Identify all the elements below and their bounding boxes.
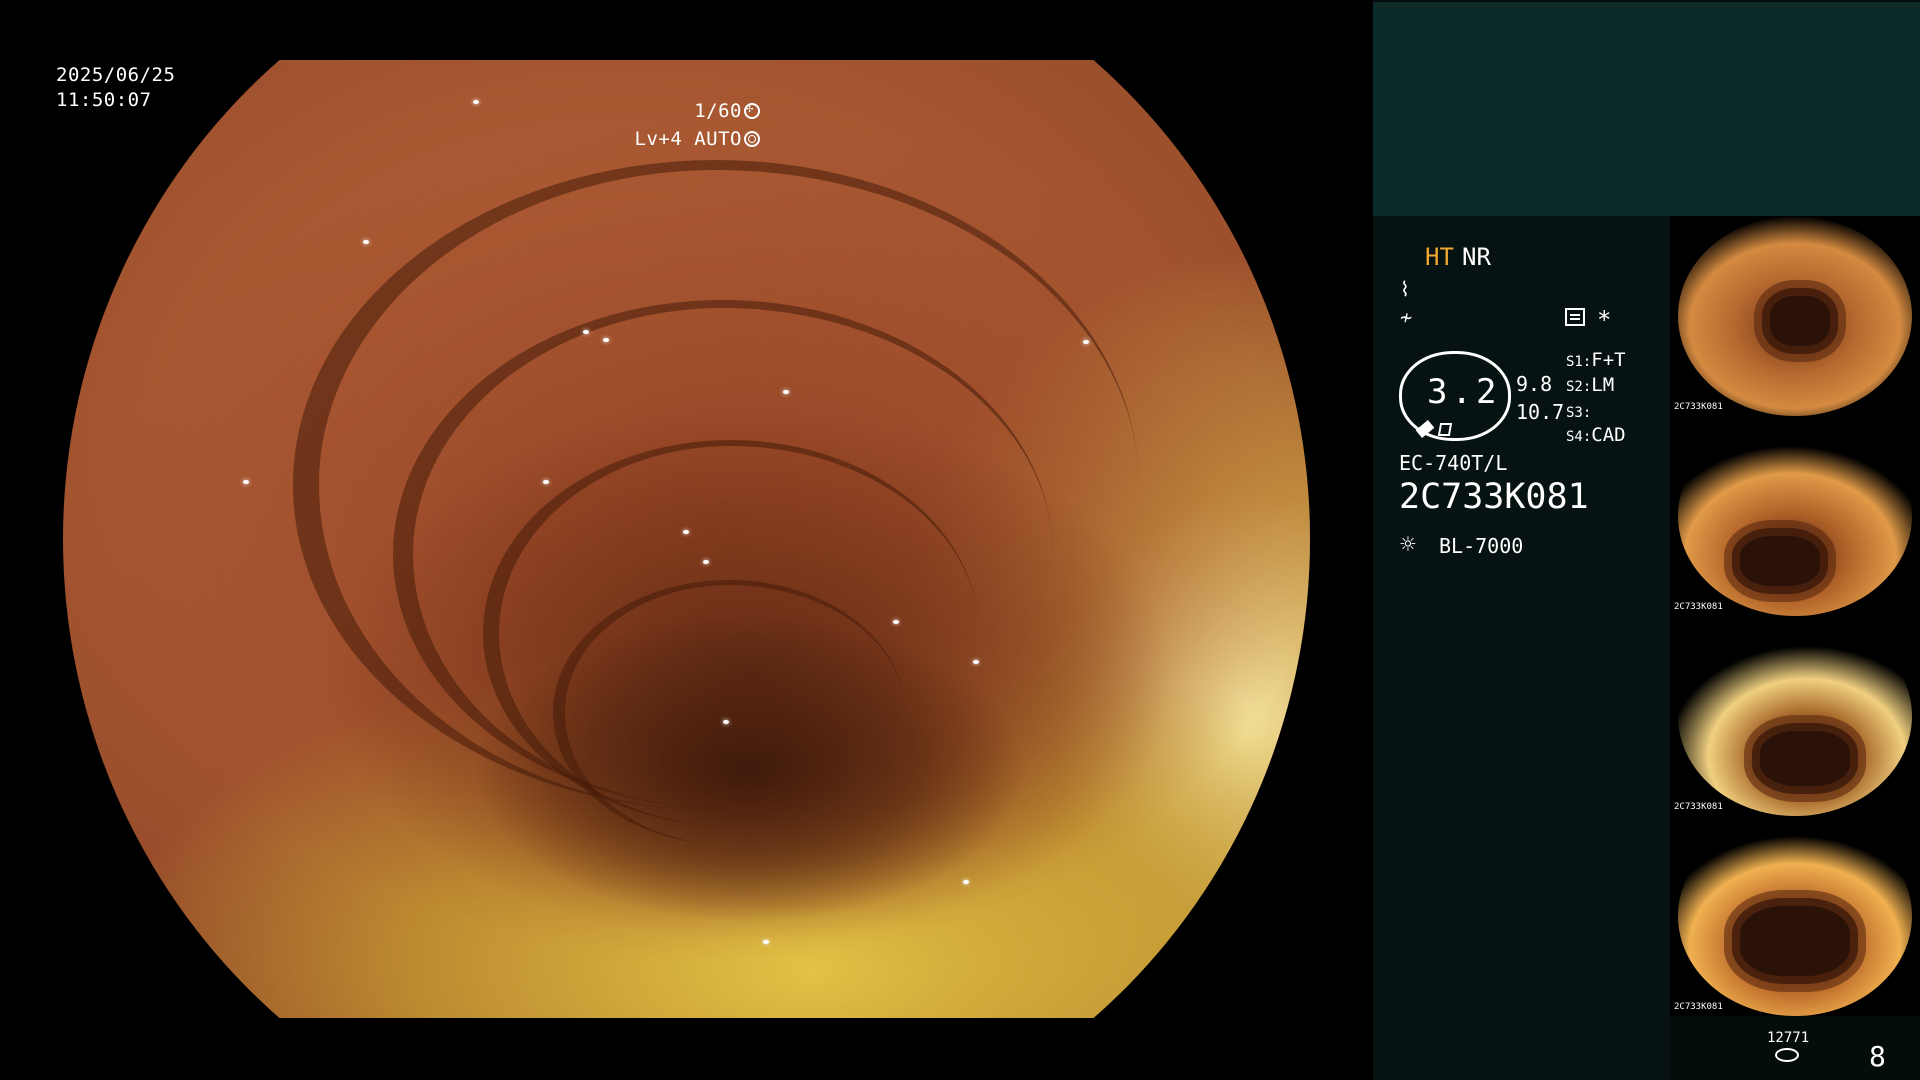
setting-value: CAD bbox=[1591, 424, 1626, 446]
thumbnail-image bbox=[1678, 616, 1912, 816]
reflection bbox=[603, 338, 609, 342]
info-panel: HT NR ⌇ ≁ * 3.2 9.8 10.7 S1:F+T S2:LM S3… bbox=[1373, 0, 1920, 1080]
shutter-speed-value: 1/60 bbox=[694, 100, 742, 122]
capture-thumbnail[interactable]: 2C733K081 bbox=[1670, 816, 1920, 1016]
reflection bbox=[973, 660, 979, 664]
setting-s4: S4:CAD bbox=[1566, 424, 1626, 446]
date-text: 2025/06/25 bbox=[56, 64, 176, 86]
database-icon bbox=[1775, 1048, 1799, 1062]
mode-nr: NR bbox=[1462, 243, 1491, 271]
value-top: 9.8 bbox=[1516, 372, 1553, 396]
capture-thumbnail[interactable]: 2C733K081 bbox=[1670, 616, 1920, 816]
thumbnail-image bbox=[1678, 416, 1912, 616]
lumen bbox=[1740, 536, 1820, 586]
reflection bbox=[723, 720, 729, 724]
serial-number: 2C733K081 bbox=[1399, 477, 1589, 517]
thumbnail-label: 2C733K081 bbox=[1674, 402, 1723, 412]
reflection bbox=[543, 480, 549, 484]
status-panel bbox=[1373, 216, 1670, 1080]
time-text: 11:50:07 bbox=[56, 89, 152, 111]
reflection bbox=[783, 390, 789, 394]
reflection bbox=[243, 480, 249, 484]
reflection bbox=[893, 620, 899, 624]
shutter-speed: 1/60 bbox=[694, 100, 760, 122]
settings-icon bbox=[1565, 308, 1585, 326]
wave-icon: ⌇ bbox=[1400, 277, 1410, 301]
setting-value: F+T bbox=[1591, 349, 1626, 371]
panel-header-area bbox=[1373, 2, 1920, 216]
shutter-icon bbox=[744, 101, 760, 119]
light-source: BL-7000 bbox=[1439, 534, 1524, 558]
thumbnail-label: 2C733K081 bbox=[1674, 602, 1723, 612]
lumen bbox=[1770, 296, 1830, 346]
mode-ht: HT bbox=[1425, 243, 1454, 271]
reflection bbox=[1083, 340, 1089, 344]
setting-s2: S2:LM bbox=[1566, 374, 1614, 396]
setting-label: S1: bbox=[1566, 354, 1592, 370]
wave-icon: ≁ bbox=[1400, 305, 1413, 329]
setting-value: LM bbox=[1591, 374, 1615, 396]
lumen bbox=[1740, 906, 1850, 976]
reflection bbox=[763, 940, 769, 944]
thumbnail-label: 2C733K081 bbox=[1674, 802, 1723, 812]
endoscope-main-view: 2025/06/25 11:50:07 1/60 Lv+4 AUTO bbox=[0, 0, 1373, 1080]
capture-count: 8 bbox=[1869, 1040, 1886, 1073]
brightness-level: Lv+4 AUTO bbox=[635, 128, 760, 150]
reflection bbox=[363, 240, 369, 244]
reflection bbox=[703, 560, 709, 564]
reflection bbox=[473, 100, 479, 104]
document-icon bbox=[1437, 423, 1453, 436]
endoscope-image bbox=[63, 60, 1310, 1018]
capture-thumbnail[interactable]: 2C733K081 bbox=[1670, 216, 1920, 416]
setting-label: S2: bbox=[1566, 379, 1592, 395]
setting-s3: S3: bbox=[1566, 400, 1591, 422]
capture-thumbnail[interactable]: 2C733K081 bbox=[1670, 416, 1920, 616]
brightness-level-value: Lv+4 AUTO bbox=[634, 128, 742, 150]
value-bottom: 10.7 bbox=[1516, 400, 1565, 424]
lumen bbox=[1760, 731, 1850, 786]
reflection bbox=[963, 880, 969, 884]
thumbnail-label: 2C733K081 bbox=[1674, 1002, 1723, 1012]
zoom-value: 3.2 bbox=[1427, 372, 1501, 412]
asterisk-mark: * bbox=[1597, 306, 1612, 334]
iris-icon bbox=[744, 131, 760, 147]
haustral-fold bbox=[553, 580, 905, 845]
setting-s1: S1:F+T bbox=[1566, 349, 1626, 371]
setting-label: S3: bbox=[1566, 405, 1592, 421]
storage-count: 12771 bbox=[1767, 1030, 1810, 1046]
reflection bbox=[683, 530, 689, 534]
reflection bbox=[583, 330, 589, 334]
setting-label: S4: bbox=[1566, 429, 1592, 445]
scope-model: EC-740T/L bbox=[1399, 451, 1508, 475]
light-source-icon: ☼ bbox=[1400, 530, 1416, 560]
